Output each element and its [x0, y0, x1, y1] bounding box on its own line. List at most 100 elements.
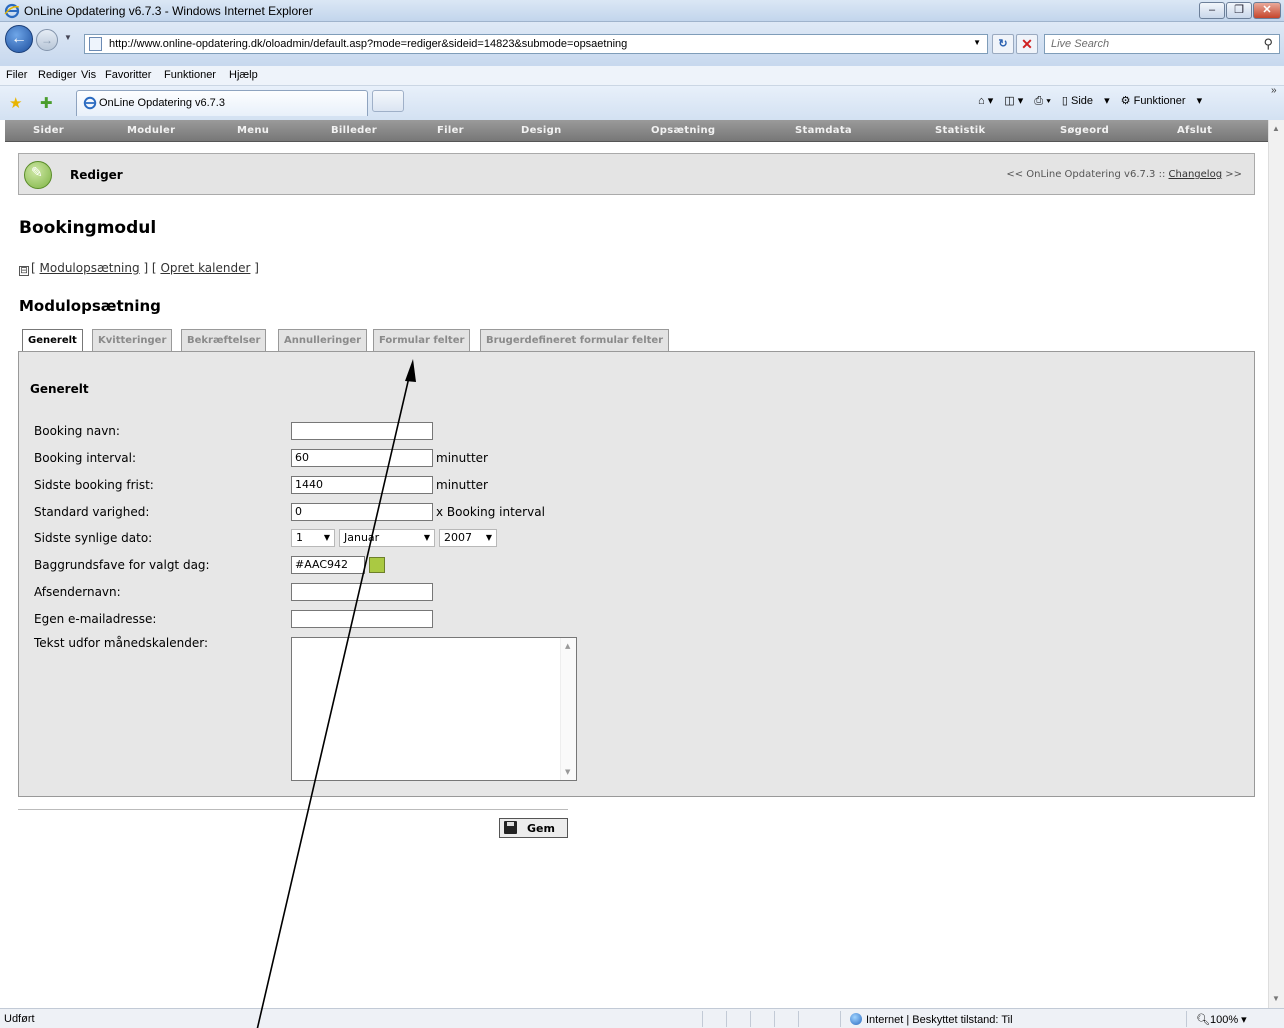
year-value: 2007: [444, 531, 472, 544]
opret-kalender-link[interactable]: Opret kalender: [160, 261, 250, 275]
baggrund-label: Baggrundsfave for valgt dag:: [34, 558, 210, 572]
status-bar: Udført Internet | Beskyttet tilstand: Ti…: [0, 1008, 1284, 1028]
add-favorite-icon[interactable]: ✚: [40, 94, 53, 112]
zoom-text: 100%: [1209, 1014, 1239, 1026]
nav-sider[interactable]: Sider: [33, 125, 64, 136]
home-icon[interactable]: ⌂ ▾: [978, 95, 993, 107]
sidste-frist-label: Sidste booking frist:: [34, 478, 154, 492]
nav-billeder[interactable]: Billeder: [331, 125, 377, 136]
panel-title: Generelt: [30, 382, 89, 396]
year-select[interactable]: 2007 ▼: [439, 529, 497, 547]
zoom-control[interactable]: 🔍︎100% ▾: [1196, 1013, 1247, 1026]
chevron-down-icon: ▼: [485, 533, 492, 542]
modulopsaetning-link[interactable]: Modulopsætning: [40, 261, 140, 275]
tekst-textarea[interactable]: ▲ ▼: [291, 637, 577, 781]
afsender-input[interactable]: [291, 583, 433, 601]
floppy-disk-icon: [504, 821, 517, 834]
standard-varighed-unit: x Booking interval: [436, 505, 545, 519]
chevron-down-icon: ▼: [323, 533, 330, 542]
menu-funktioner[interactable]: Funktioner: [164, 69, 216, 81]
tab-bekraeftelser[interactable]: Bekræftelser: [181, 329, 267, 351]
page-menu-button[interactable]: ▯ Side ▾: [1062, 95, 1110, 107]
page-title: Bookingmodul: [19, 218, 157, 238]
standard-varighed-label: Standard varighed:: [34, 505, 150, 519]
menu-vis[interactable]: Vis: [81, 69, 96, 81]
globe-icon: [850, 1013, 862, 1025]
tekst-label: Tekst udfor månedskalender:: [34, 636, 209, 650]
standard-varighed-input[interactable]: 0: [291, 503, 433, 521]
sidste-frist-unit: minutter: [436, 478, 488, 492]
browser-tab[interactable]: OnLine Opdatering v6.7.3: [76, 90, 368, 116]
address-input[interactable]: http://www.online-opdatering.dk/oloadmin…: [84, 34, 988, 54]
menu-favoritter[interactable]: Favoritter: [105, 69, 151, 81]
search-icon[interactable]: ⚲: [1263, 36, 1273, 52]
menu-hjaelp[interactable]: Hjælp: [229, 69, 258, 81]
settings-panel: Generelt Booking navn: Booking interval:…: [18, 351, 1255, 797]
email-input[interactable]: [291, 610, 433, 628]
security-zone[interactable]: Internet | Beskyttet tilstand: Til: [850, 1013, 1013, 1026]
booking-interval-label: Booking interval:: [34, 451, 137, 465]
tools-menu-label: Funktioner: [1133, 95, 1186, 107]
back-button[interactable]: ←: [5, 25, 33, 53]
nav-design[interactable]: Design: [521, 125, 562, 136]
search-input[interactable]: Live Search ⚲: [1044, 34, 1280, 54]
minimize-button[interactable]: –: [1199, 2, 1225, 19]
nav-moduler[interactable]: Moduler: [127, 125, 175, 136]
nav-filer[interactable]: Filer: [437, 125, 464, 136]
tab-annulleringer[interactable]: Annulleringer: [278, 329, 368, 351]
refresh-button[interactable]: ↻: [992, 34, 1014, 54]
forward-button[interactable]: →: [36, 29, 58, 51]
nav-statistik[interactable]: Statistik: [935, 125, 985, 136]
nav-stamdata[interactable]: Stamdata: [795, 125, 852, 136]
tab-formular-felter[interactable]: Formular felter: [373, 329, 471, 351]
booking-interval-input[interactable]: 60: [291, 449, 433, 467]
month-select[interactable]: Januar ▼: [339, 529, 435, 547]
nav-afslut[interactable]: Afslut: [1177, 125, 1212, 136]
status-text: Udført: [4, 1013, 35, 1025]
new-tab-button[interactable]: [372, 90, 404, 112]
baggrund-color-input[interactable]: #AAC942: [291, 556, 365, 574]
afsender-label: Afsendernavn:: [34, 585, 121, 599]
email-label: Egen e-mailadresse:: [34, 612, 157, 626]
collapse-toggle-icon[interactable]: ⊟: [19, 266, 29, 276]
stop-button[interactable]: ✕: [1016, 34, 1038, 54]
booking-interval-unit: minutter: [436, 451, 488, 465]
menu-filer[interactable]: Filer: [6, 69, 27, 81]
close-button[interactable]: ✕: [1253, 2, 1281, 19]
day-select[interactable]: 1 ▼: [291, 529, 335, 547]
save-label: Gem: [527, 822, 555, 835]
textarea-scrollbar[interactable]: ▲ ▼: [560, 638, 576, 780]
day-value: 1: [296, 531, 303, 544]
save-button[interactable]: Gem: [499, 818, 568, 838]
chevron-right-icon[interactable]: »: [1271, 85, 1277, 96]
favorites-star-icon[interactable]: ★: [9, 94, 22, 112]
tab-kvitteringer[interactable]: Kvitteringer: [92, 329, 173, 351]
nav-menu[interactable]: Menu: [237, 125, 269, 136]
search-placeholder: Live Search: [1051, 38, 1110, 50]
tools-menu-button[interactable]: ⚙ Funktioner ▾: [1121, 95, 1202, 107]
chevron-down-icon[interactable]: ▼: [973, 38, 981, 47]
color-swatch[interactable]: [369, 557, 385, 573]
sidste-frist-input[interactable]: 1440: [291, 476, 433, 494]
window-title: OnLine Opdatering v6.7.3 - Windows Inter…: [24, 4, 313, 18]
browser-tab-title: OnLine Opdatering v6.7.3: [99, 97, 225, 109]
chevron-down-icon: ▼: [423, 533, 430, 542]
zone-text: Internet | Beskyttet tilstand: Til: [866, 1014, 1013, 1026]
nav-opsaetning[interactable]: Opsætning: [651, 125, 715, 136]
tab-generelt[interactable]: Generelt: [22, 329, 83, 352]
rediger-label: Rediger: [70, 168, 123, 182]
command-bar: ⌂ ▾ ◫ ▾ ⎙ ▾ ▯ Side ▾ ⚙ Funktioner ▾: [978, 94, 1210, 108]
page-scrollbar[interactable]: ▲ ▼: [1268, 120, 1284, 1008]
nav-soegeord[interactable]: Søgeord: [1060, 125, 1109, 136]
history-dropdown-icon[interactable]: ▼: [64, 33, 72, 42]
changelog-link[interactable]: Changelog: [1169, 169, 1223, 180]
menu-rediger[interactable]: Rediger: [38, 69, 77, 81]
maximize-button[interactable]: ❐: [1226, 2, 1252, 19]
booking-navn-input[interactable]: [291, 422, 433, 440]
feeds-icon[interactable]: ◫ ▾: [1004, 95, 1023, 107]
ie-icon: [83, 96, 97, 110]
booking-navn-label: Booking navn:: [34, 424, 120, 438]
print-icon[interactable]: ⎙ ▾: [1034, 95, 1050, 107]
sub-links: ⊟[ Modulopsætning ] [ Opret kalender ]: [19, 261, 259, 276]
tab-brugerdefineret-formular-felter[interactable]: Brugerdefineret formular felter: [480, 329, 670, 351]
